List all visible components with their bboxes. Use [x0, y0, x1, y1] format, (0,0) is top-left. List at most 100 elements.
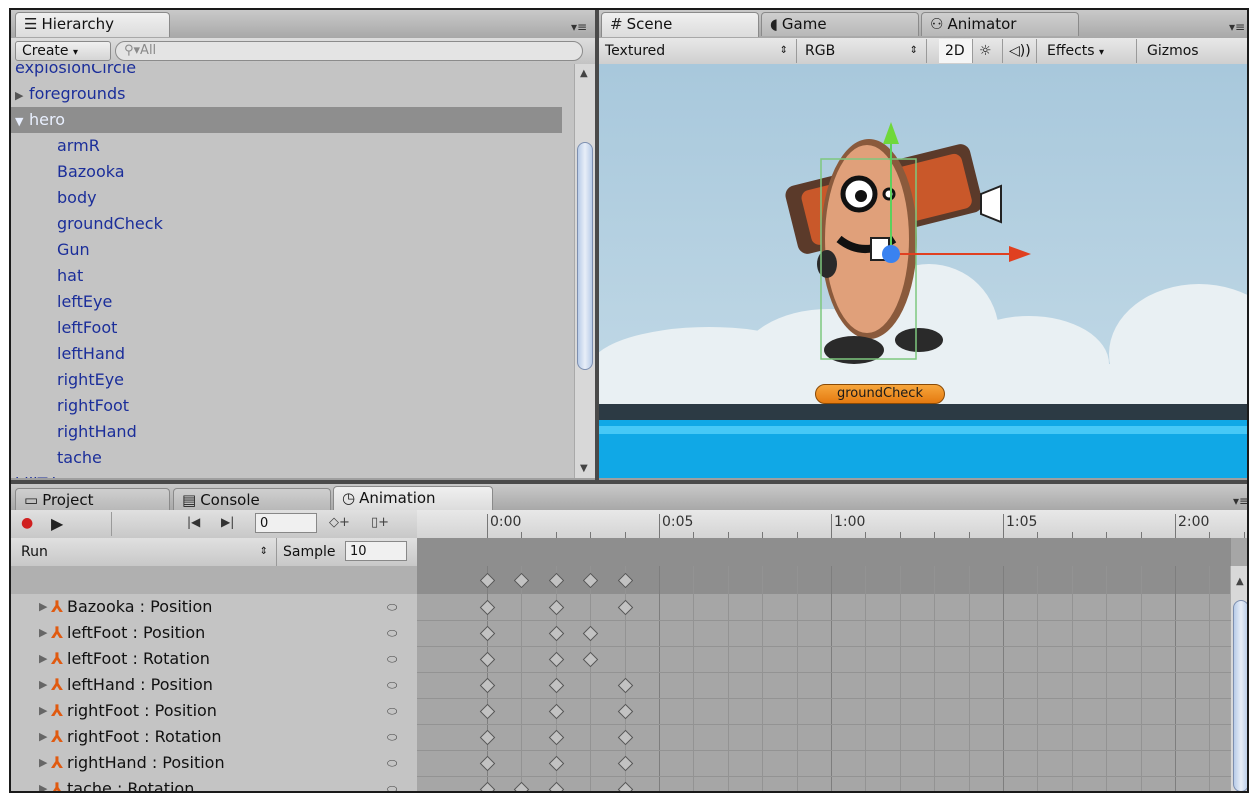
keyframe[interactable]	[617, 729, 633, 746]
panel-menu-icon[interactable]: ▾≡	[571, 20, 587, 34]
animated-property-row[interactable]: ▶ ⅄ tache : Rotation ⬭	[11, 776, 409, 791]
curve-toggle-icon[interactable]: ⬭	[387, 672, 397, 698]
hierarchy-item[interactable]: explosionCircle	[11, 64, 136, 81]
hierarchy-item[interactable]: Gun	[11, 237, 90, 263]
sample-rate-input[interactable]: 10	[345, 541, 407, 561]
tab-project[interactable]: ▭ Project	[15, 488, 170, 510]
curve-toggle-icon[interactable]: ⬭	[387, 594, 397, 620]
keyframe[interactable]	[548, 599, 565, 616]
tab-scene[interactable]: # Scene	[601, 12, 759, 37]
panel-menu-icon[interactable]: ▾≡	[1233, 494, 1247, 508]
collapsed-arrow-icon[interactable]: ▶	[39, 750, 47, 776]
collapsed-arrow-icon[interactable]: ▶	[39, 776, 47, 791]
expanded-arrow-icon[interactable]: ▼	[15, 109, 29, 135]
next-keyframe-button[interactable]: ▶|	[221, 515, 234, 529]
create-button[interactable]: Create ▾	[15, 41, 111, 61]
keyframe[interactable]	[548, 677, 565, 694]
keyframe[interactable]	[479, 625, 496, 642]
keyframe[interactable]	[479, 755, 496, 772]
keyframe[interactable]	[479, 677, 496, 694]
collapsed-arrow-icon[interactable]: ▶	[39, 724, 47, 750]
animated-property-row[interactable]: ▶ ⅄ rightHand : Position ⬭	[11, 750, 409, 776]
clip-dropdown[interactable]: Run ⇕	[11, 538, 277, 566]
curve-toggle-icon[interactable]: ⬭	[387, 646, 397, 672]
color-mode-dropdown[interactable]: RGB ⇕	[799, 39, 927, 63]
keyframe[interactable]	[479, 651, 496, 668]
dopesheet-scrollbar[interactable]: ▲	[1230, 566, 1247, 791]
curve-toggle-icon[interactable]: ⬭	[387, 724, 397, 750]
collapsed-arrow-icon[interactable]: ▶	[15, 83, 29, 109]
keyframe[interactable]	[617, 677, 633, 694]
hierarchy-item[interactable]: ▶ foregrounds	[11, 81, 125, 107]
keyframe[interactable]	[617, 781, 633, 791]
animated-property-row[interactable]: ▶ ⅄ leftFoot : Position ⬭	[11, 620, 409, 646]
hierarchy-item[interactable]: rightEye	[11, 367, 124, 393]
play-button[interactable]: ▶	[51, 514, 107, 533]
keyframe[interactable]	[617, 599, 633, 616]
keyframe[interactable]	[617, 755, 633, 772]
hierarchy-item[interactable]: body	[11, 185, 97, 211]
prev-keyframe-button[interactable]: |◀	[187, 515, 200, 529]
scroll-up-arrow-icon[interactable]: ▲	[1236, 576, 1244, 587]
keyframe[interactable]	[582, 625, 599, 642]
animated-property-row[interactable]: ▶ ⅄ leftFoot : Rotation ⬭	[11, 646, 409, 672]
hierarchy-item[interactable]: armR	[11, 133, 100, 159]
hierarchy-item[interactable]: Bazooka	[11, 159, 125, 185]
keyframe[interactable]	[479, 781, 496, 791]
dopesheet[interactable]: ▲	[417, 538, 1247, 791]
hierarchy-item[interactable]: leftEye	[11, 289, 112, 315]
curve-toggle-icon[interactable]: ⬭	[387, 698, 397, 724]
curve-toggle-icon[interactable]: ⬭	[387, 620, 397, 646]
hierarchy-search-input[interactable]: ⚲▾All	[115, 41, 583, 61]
keyframe[interactable]	[548, 755, 565, 772]
scroll-up-arrow-icon[interactable]: ▲	[580, 68, 588, 79]
hierarchy-item[interactable]: groundCheck	[11, 211, 163, 237]
selected-object-label[interactable]: groundCheck	[815, 384, 945, 404]
render-mode-dropdown[interactable]: Textured ⇕	[599, 39, 797, 63]
add-event-button[interactable]: ▯+	[371, 515, 389, 530]
collapsed-arrow-icon[interactable]: ▶	[39, 672, 47, 698]
animated-property-row[interactable]: ▶ ⅄ leftHand : Position ⬭	[11, 672, 409, 698]
keyframe[interactable]	[548, 651, 565, 668]
tab-game[interactable]: ◖ Game	[761, 12, 919, 36]
animated-property-row[interactable]: ▶ ⅄ rightFoot : Rotation ⬭	[11, 724, 409, 750]
scroll-down-arrow-icon[interactable]: ▼	[580, 463, 588, 474]
hierarchy-item[interactable]: tache	[11, 445, 102, 471]
scrollbar-thumb[interactable]	[1233, 600, 1247, 791]
hierarchy-scrollbar[interactable]: ▲ ▼	[574, 64, 595, 478]
animated-property-row[interactable]: ▶ ⅄ Bazooka : Position ⬭	[11, 594, 409, 620]
keyframe[interactable]	[548, 703, 565, 720]
2d-toggle-button[interactable]: 2D	[939, 39, 973, 63]
add-keyframe-button[interactable]: ◇+	[329, 515, 350, 530]
keyframe[interactable]	[479, 703, 496, 720]
hierarchy-item[interactable]: rightFoot	[11, 393, 129, 419]
frame-input[interactable]: 0	[255, 513, 317, 533]
record-button[interactable]: ●	[21, 515, 47, 531]
keyframe[interactable]	[479, 729, 496, 746]
effects-dropdown[interactable]: Effects ▾	[1041, 39, 1137, 63]
keyframe[interactable]	[548, 781, 565, 791]
hierarchy-item[interactable]: ▼ hero	[11, 107, 562, 133]
tab-console[interactable]: ▤ Console	[173, 488, 331, 510]
keyframe[interactable]	[617, 703, 633, 720]
collapsed-arrow-icon[interactable]: ▶	[39, 620, 47, 646]
collapsed-arrow-icon[interactable]: ▶	[39, 646, 47, 672]
hierarchy-item[interactable]: rightHand	[11, 419, 137, 445]
keyframe[interactable]	[582, 651, 599, 668]
keyframe[interactable]	[548, 625, 565, 642]
timeline-ruler[interactable]: 0:00 0:05 1:00 1:05 2:00	[417, 510, 1247, 539]
scene-viewport[interactable]: groundCheck	[599, 64, 1247, 478]
keyframe[interactable]	[514, 781, 530, 791]
keyframe[interactable]	[479, 599, 496, 616]
lighting-toggle-button[interactable]: ☼	[973, 39, 1003, 63]
collapsed-arrow-icon[interactable]: ▶	[39, 594, 47, 620]
hierarchy-item[interactable]: leftFoot	[11, 315, 117, 341]
audio-toggle-button[interactable]: ◁))	[1003, 39, 1037, 63]
panel-menu-icon[interactable]: ▾≡	[1229, 20, 1245, 34]
gizmos-dropdown[interactable]: Gizmos	[1141, 39, 1247, 63]
hierarchy-item[interactable]: killTrigger	[11, 471, 93, 478]
scrollbar-thumb[interactable]	[577, 142, 593, 370]
collapsed-arrow-icon[interactable]: ▶	[39, 698, 47, 724]
curve-toggle-icon[interactable]: ⬭	[387, 776, 397, 791]
animated-property-row[interactable]: ▶ ⅄ rightFoot : Position ⬭	[11, 698, 409, 724]
